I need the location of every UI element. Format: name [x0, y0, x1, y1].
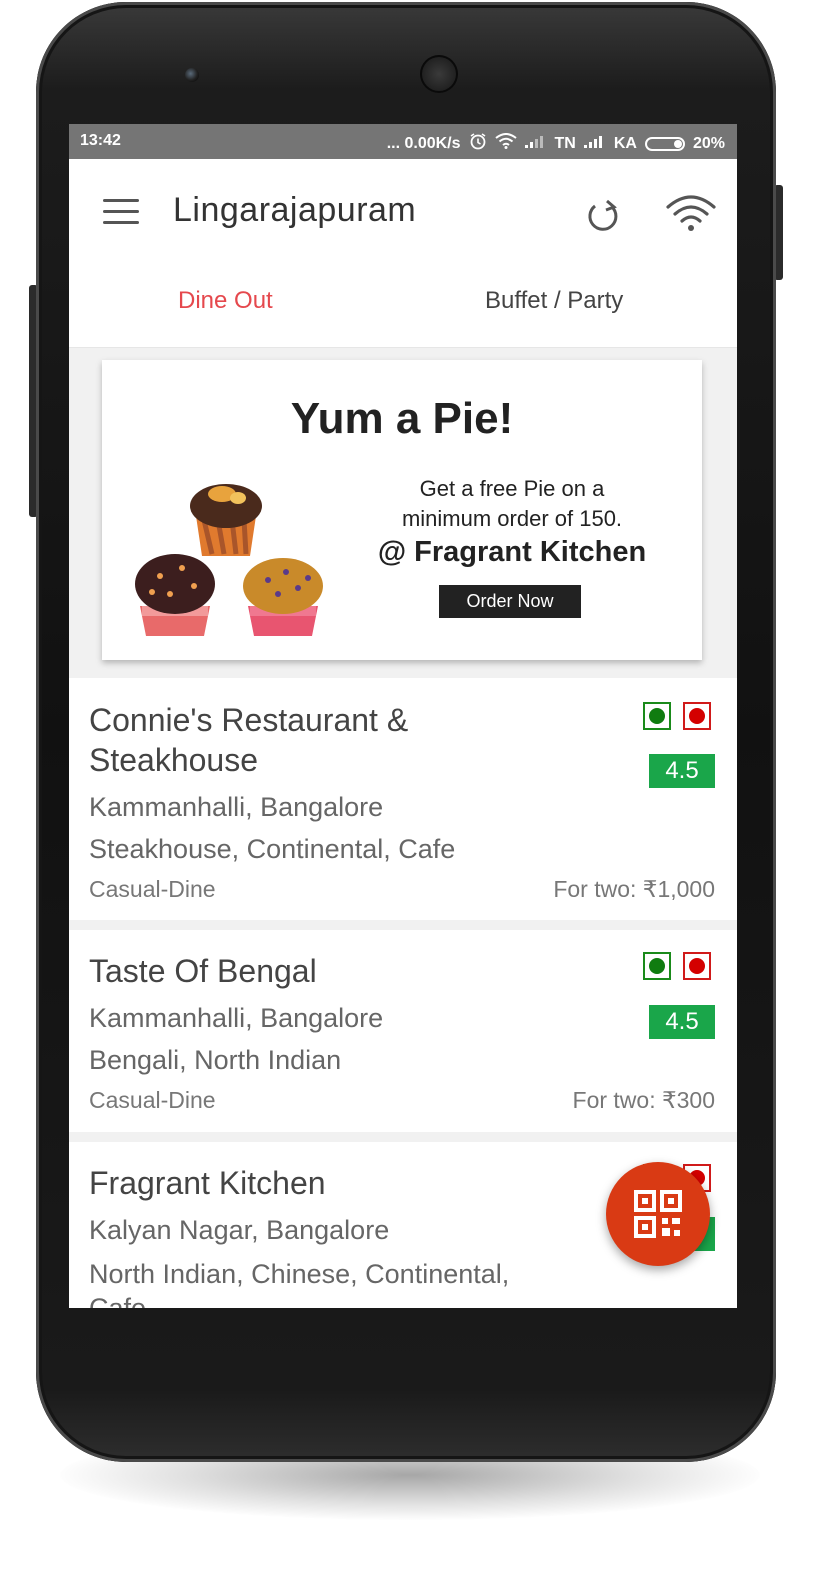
location-title[interactable]: Lingarajapuram [173, 191, 416, 230]
restaurant-name: Taste Of Bengal [89, 953, 317, 989]
signal-icon [524, 134, 547, 153]
signal-icon [583, 134, 606, 153]
carrier-1: TN [554, 134, 576, 152]
veg-indicator-icon [643, 952, 671, 980]
non-veg-indicator-icon [683, 952, 711, 980]
hamburger-menu-icon[interactable] [103, 199, 139, 225]
restaurant-price: For two: ₹1,000 [553, 876, 715, 902]
qr-scan-button[interactable] [606, 1162, 710, 1266]
promo-banner[interactable]: Yum a Pie! Get a free Pie on a minimum o… [102, 360, 702, 660]
restaurant-cuisines: North Indian, Chinese, Continental, Cafe [89, 1259, 510, 1308]
status-time: 13:42 [80, 132, 121, 149]
tab-buffet-party[interactable]: Buffet / Party [485, 287, 623, 315]
restaurant-location: Kammanhalli, Bangalore [89, 1003, 384, 1033]
muffins-illustration [135, 484, 323, 636]
order-now-button[interactable]: Order Now [439, 585, 581, 618]
wifi-icon[interactable] [665, 193, 717, 235]
rating-badge: 4.5 [649, 754, 715, 788]
restaurant-name: Connie's Restaurant & Steakhouse [89, 702, 409, 778]
alarm-icon [469, 132, 487, 155]
app-bar: Lingarajapuram Dine Out Buffet / Party [69, 159, 737, 348]
banner-offer-line-2: minimum order of 150. [401, 506, 623, 531]
status-bar: 13:42 ... 0.00K/s TN KA 20% [69, 124, 737, 159]
qr-code-icon [634, 1190, 682, 1238]
restaurant-cuisines: Steakhouse, Continental, Cafe [89, 834, 456, 864]
veg-indicator-icon [643, 702, 671, 730]
restaurant-location: Kammanhalli, Bangalore [89, 792, 384, 822]
status-indicators: ... 0.00K/s TN KA 20% [387, 132, 725, 155]
banner-offer-text: Get a free Pie on a minimum order of 150… [352, 474, 672, 534]
restaurant-location: Kalyan Nagar, Bangalore [89, 1215, 390, 1245]
earpiece-speaker [420, 55, 458, 93]
restaurant-price: For two: ₹300 [572, 1087, 715, 1113]
wifi-status-icon [494, 133, 517, 154]
network-speed: ... 0.00K/s [386, 134, 461, 152]
banner-offer-line-1: Get a free Pie on a [419, 476, 605, 501]
restaurant-type: Casual-Dine [89, 876, 216, 902]
restaurant-name: Fragrant Kitchen [89, 1165, 326, 1201]
restaurant-card[interactable]: Taste Of Bengal 4.5 Kammanhalli, Bangalo… [69, 930, 737, 1132]
tab-dine-out[interactable]: Dine Out [178, 287, 273, 315]
carrier-2: KA [613, 134, 637, 152]
banner-brand: @ Fragrant Kitchen [377, 536, 647, 568]
front-camera [185, 68, 199, 82]
refresh-icon[interactable] [583, 195, 623, 235]
rating-badge: 4.5 [649, 1005, 715, 1039]
restaurant-cuisines: Bengali, North Indian [89, 1045, 342, 1075]
phone-screen: 13:42 ... 0.00K/s TN KA 20% Lingarajapur… [69, 124, 737, 1308]
restaurant-type: Casual-Dine [89, 1087, 216, 1113]
battery-level: 20% [692, 134, 725, 152]
non-veg-indicator-icon [683, 702, 711, 730]
restaurant-card[interactable]: Connie's Restaurant & Steakhouse 4.5 Kam… [69, 678, 737, 920]
battery-icon [644, 136, 685, 151]
banner-title: Yum a Pie! [290, 394, 514, 443]
